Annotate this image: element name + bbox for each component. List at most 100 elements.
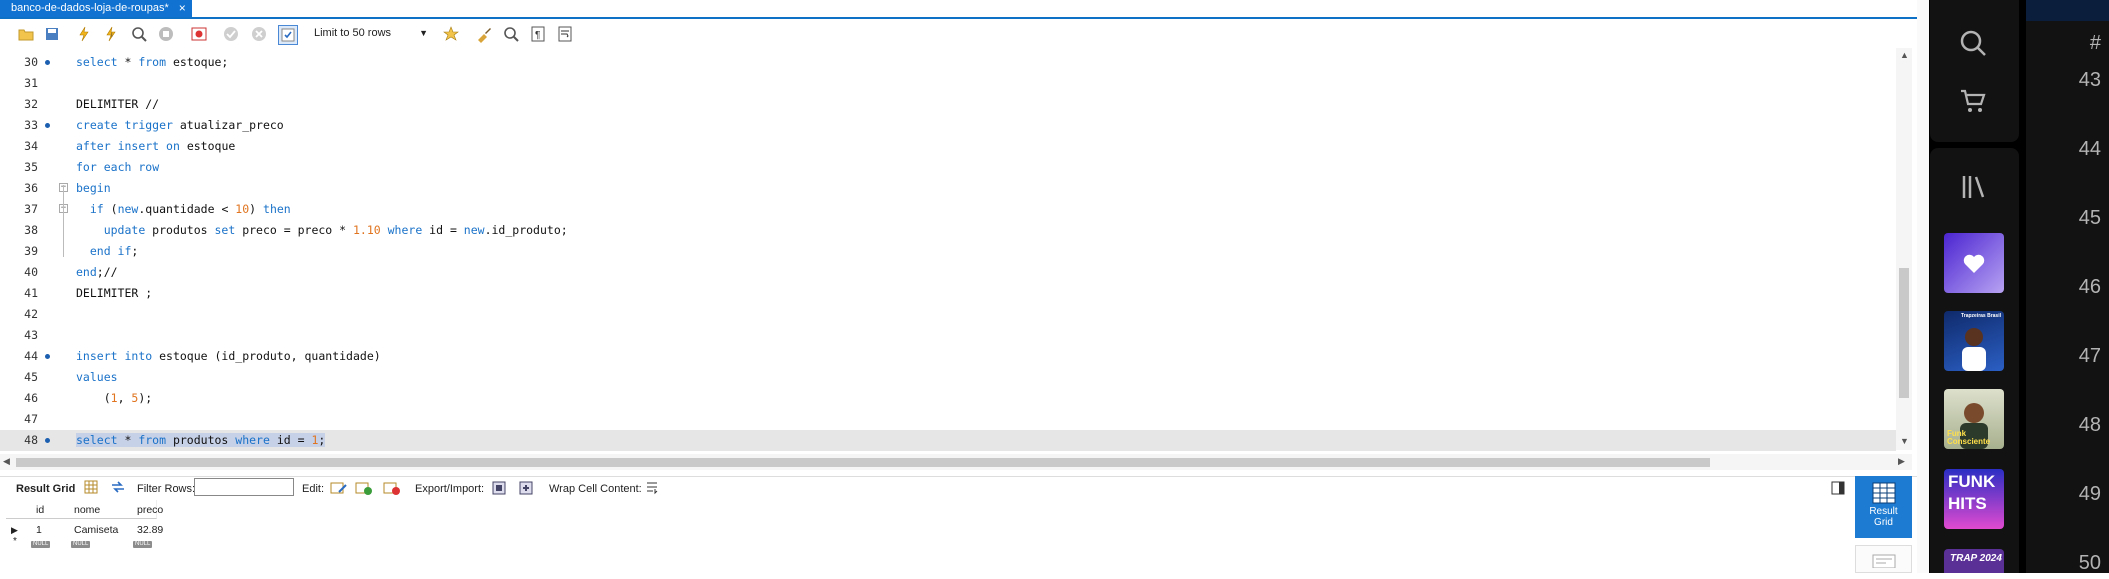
null-id[interactable]: NULL — [31, 534, 51, 550]
sql-editor[interactable]: 30 select * from estoque; 31 32 DELIMITER //… — [0, 48, 1896, 451]
invisible-chars-icon[interactable]: ¶ — [529, 25, 547, 43]
code-line[interactable]: 38 update produtos set preco = preco * 1… — [0, 220, 1896, 241]
vertical-scroll-thumb[interactable] — [1899, 268, 1909, 398]
rollback-icon[interactable] — [250, 25, 268, 43]
code-line[interactable]: 48 select * from produtos where id = 1; — [0, 430, 1896, 451]
import-icon[interactable] — [518, 480, 536, 499]
scroll-left-icon[interactable]: ◀ — [3, 456, 10, 467]
export-import-label: Export/Import: — [415, 483, 485, 495]
funk-consciente-cover-text: Funk Consciente — [1947, 429, 1991, 446]
code-line[interactable]: 40 end;// — [0, 262, 1896, 283]
column-header-preco[interactable]: preco — [137, 502, 163, 518]
wrap-cell-icon[interactable] — [645, 481, 659, 498]
code-line[interactable]: 31 — [0, 73, 1896, 94]
filter-rows-label: Filter Rows: — [137, 483, 196, 495]
wrap-cell-label: Wrap Cell Content: — [549, 483, 642, 495]
code-line[interactable]: 46 (1, 5); — [0, 388, 1896, 409]
liked-songs-cover[interactable] — [1944, 233, 2004, 293]
execute-current-icon[interactable]: I — [102, 25, 120, 43]
playlist-cover-funk-hits[interactable]: FUNK HITS — [1944, 469, 2004, 529]
execute-icon[interactable] — [75, 25, 93, 43]
sql-tab[interactable]: banco-de-dados-loja-de-roupas* × — [0, 0, 192, 17]
trap-2024-cover-text: TRAP 2024 — [1950, 553, 2002, 564]
editor-horizontal-scrollbar[interactable]: ◀ ▶ — [0, 454, 1912, 470]
scroll-up-icon[interactable]: ▲ — [1900, 50, 1909, 60]
code-line[interactable]: 45 values — [0, 367, 1896, 388]
code-line[interactable]: 32 DELIMITER // — [0, 94, 1896, 115]
code-text: insert into estoque (id_produto, quantid… — [76, 349, 381, 363]
column-header-id[interactable]: id — [36, 502, 44, 518]
code-line[interactable]: 35 for each row — [0, 157, 1896, 178]
explain-icon[interactable] — [130, 25, 148, 43]
line-number: 31 — [24, 76, 38, 90]
editor-vertical-scrollbar[interactable]: ▲ ▼ — [1896, 48, 1912, 450]
code-line[interactable]: 36−begin — [0, 178, 1896, 199]
scroll-right-icon[interactable]: ▶ — [1898, 456, 1905, 467]
playlist-cover-trap-2024[interactable]: TRAP 2024 — [1944, 549, 2004, 573]
horizontal-scroll-thumb[interactable] — [16, 458, 1710, 467]
code-text: update produtos set preco = preco * 1.10… — [103, 223, 568, 237]
result-grid-tab[interactable]: Result Grid — [16, 483, 75, 495]
funk-hits-cover-text: FUNK HITS — [1948, 472, 1996, 513]
line-number: 41 — [24, 286, 38, 300]
export-icon[interactable] — [491, 480, 509, 499]
edit-row-icon[interactable] — [330, 480, 348, 499]
spotify-list-header-band — [2026, 0, 2109, 21]
filter-rows-input[interactable] — [194, 478, 294, 496]
code-line[interactable]: 33 create trigger atualizar_preco — [0, 115, 1896, 136]
code-line[interactable]: 30 select * from estoque; — [0, 52, 1896, 73]
code-line[interactable]: 41 DELIMITER ; — [0, 283, 1896, 304]
toggle-error-icon[interactable] — [190, 25, 208, 43]
beautify-brush-icon[interactable] — [475, 25, 493, 43]
word-wrap-icon[interactable] — [556, 25, 574, 43]
code-line[interactable]: 43 — [0, 325, 1896, 346]
code-line[interactable]: 44 insert into estoque (id_produto, quant… — [0, 346, 1896, 367]
refresh-icon[interactable] — [110, 480, 126, 497]
open-folder-icon[interactable] — [17, 25, 35, 43]
limit-rows-select[interactable]: Limit to 50 rows ▼ — [308, 22, 432, 44]
code-line[interactable]: 34 after insert on estoque — [0, 136, 1896, 157]
playlist-cover-funk-consciente[interactable]: Funk Consciente — [1944, 389, 2004, 449]
line-number: 33 — [24, 118, 38, 132]
save-icon[interactable] — [43, 25, 61, 43]
scroll-down-icon[interactable]: ▼ — [1900, 436, 1909, 446]
playlist-cover-trap-brasil[interactable]: Trapzeiras Brasil — [1944, 311, 2004, 371]
code-line[interactable]: 47 — [0, 409, 1896, 430]
toggle-panel-icon[interactable] — [1831, 481, 1845, 498]
code-line[interactable]: 39 end if; — [0, 241, 1896, 262]
close-tab-icon[interactable]: × — [179, 0, 186, 17]
spotify-nav-panel — [1930, 0, 2019, 142]
column-header-nome[interactable]: nome — [74, 502, 100, 518]
line-number: 32 — [24, 97, 38, 111]
chevron-down-icon: ▼ — [419, 28, 428, 38]
delete-row-icon[interactable] — [383, 480, 401, 499]
fold-guide — [63, 185, 64, 257]
cart-icon[interactable] — [1958, 86, 1988, 119]
code-line[interactable]: 42 — [0, 304, 1896, 325]
edit-label: Edit: — [302, 483, 325, 495]
line-number: 44 — [24, 349, 38, 363]
window-divider — [1917, 0, 1929, 573]
search-icon[interactable] — [1958, 28, 1988, 61]
line-number: 42 — [24, 307, 38, 321]
autocommit-icon[interactable] — [278, 25, 298, 45]
library-icon[interactable] — [1959, 172, 1989, 205]
grid-view-icon[interactable] — [84, 480, 98, 497]
code-line[interactable]: 37− if (new.quantidade < 10) then — [0, 199, 1896, 220]
code-text: select * from estoque; — [76, 55, 229, 69]
commit-icon[interactable] — [222, 25, 240, 43]
null-nome[interactable]: NULL — [71, 534, 91, 550]
beautify-star-icon[interactable] — [442, 25, 460, 43]
result-grid-side-label: Result Grid — [1869, 506, 1898, 528]
track-number: 46 — [2078, 276, 2101, 298]
form-editor-side-button[interactable] — [1855, 545, 1912, 573]
find-icon[interactable] — [502, 25, 520, 43]
line-number: 47 — [24, 412, 38, 426]
null-preco[interactable]: NULL — [133, 534, 153, 550]
code-text: select * from produtos where id = 1; — [76, 433, 326, 447]
track-number: 50 — [2078, 552, 2101, 574]
stop-icon[interactable] — [157, 25, 175, 43]
add-row-icon[interactable] — [355, 480, 373, 499]
trap-brasil-cover-text: Trapzeiras Brasil — [1960, 313, 2001, 319]
result-grid-side-button[interactable]: Result Grid — [1855, 476, 1912, 538]
